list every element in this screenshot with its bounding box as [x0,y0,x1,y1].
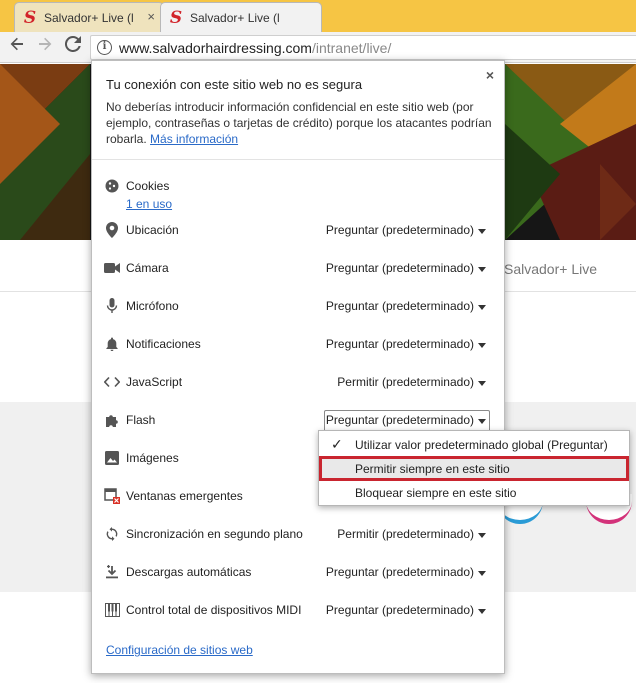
permission-value[interactable]: Preguntar (predeterminado) [326,299,474,313]
cookie-icon [104,178,120,194]
dropdown-arrow-icon[interactable] [478,381,486,386]
permission-value[interactable]: Preguntar (predeterminado) [326,261,474,275]
site-info-popup: × Tu conexión con este sitio web no es s… [91,60,505,674]
camera-icon [104,260,120,276]
download-icon [104,564,120,580]
browser-tab-1[interactable]: S Salvador+ Live (l × [14,2,164,32]
more-info-link[interactable]: Más información [150,132,238,146]
divider [92,159,504,160]
address-bar[interactable]: i www.salvadorhairdressing.com/intranet/… [90,35,636,60]
tab-strip: S Salvador+ Live (l × S Salvador+ Live (… [0,0,636,32]
permission-row-background-sync: Sincronización en segundo plano Permitir… [104,524,494,546]
url-host: www.salvadorhairdressing.com [119,39,312,56]
permission-value[interactable]: Permitir (predeterminado) [337,375,474,389]
sync-icon [104,526,120,542]
reload-icon[interactable] [62,35,84,58]
tab-title: Salvador+ Live (l [44,10,134,25]
dropdown-option-default[interactable]: ✓ Utilizar valor predeterminado global (… [319,433,629,457]
permission-label: Micrófono [126,299,179,313]
permission-value[interactable]: Preguntar (predeterminado) [326,603,474,617]
back-arrow-icon[interactable] [6,36,28,58]
image-icon [104,450,120,466]
dropdown-arrow-icon[interactable] [478,419,486,424]
dropdown-arrow-icon[interactable] [478,267,486,272]
permission-label: Flash [126,413,156,427]
page-brand-title: Salvador+ Live [504,261,598,277]
dropdown-arrow-icon[interactable] [478,609,486,614]
dropdown-arrow-icon[interactable] [478,343,486,348]
site-info-icon[interactable]: i [97,40,112,55]
highlight-annotation-box [319,456,629,481]
location-pin-icon [104,222,120,238]
code-icon [104,374,120,390]
permission-row-midi: Control total de dispositivos MIDI Pregu… [104,600,494,622]
permission-label: Ventanas emergentes [126,489,243,503]
permission-label: Descargas automáticas [126,565,252,579]
dropdown-arrow-icon[interactable] [478,305,486,310]
permission-row-cookies: Cookies [104,176,494,198]
permission-row-location: Ubicación Preguntar (predeterminado) [104,220,494,242]
dropdown-arrow-icon[interactable] [478,533,486,538]
permission-label: Cookies [126,179,170,193]
browser-tab-2[interactable]: S Salvador+ Live (l [160,2,322,32]
salvador-favicon-icon: S [23,7,37,28]
permission-label: Notificaciones [126,337,201,351]
cookies-in-use-link[interactable]: 1 en uso [126,197,172,211]
check-icon: ✓ [331,436,343,452]
permission-value[interactable]: Preguntar (predeterminado) [326,223,474,237]
tab-close-icon[interactable]: × [147,9,155,25]
url-path: /intranet/live/ [311,39,392,56]
permission-label: Cámara [126,261,169,275]
dropdown-arrow-icon[interactable] [478,229,486,234]
permission-value[interactable]: Preguntar (predeterminado) [326,413,474,427]
browser-toolbar: i www.salvadorhairdressing.com/intranet/… [0,32,636,63]
puzzle-icon [104,412,120,428]
permission-label: Imágenes [126,451,179,465]
permission-value[interactable]: Preguntar (predeterminado) [326,565,474,579]
forward-arrow-icon[interactable] [34,36,56,58]
permission-value[interactable]: Permitir (predeterminado) [337,527,474,541]
permission-row-flash: Flash Preguntar (predeterminado) [104,410,494,432]
connection-description: No deberías introducir información confi… [106,99,496,147]
popup-blocked-icon [104,488,120,504]
permission-value[interactable]: Preguntar (predeterminado) [326,337,474,351]
microphone-icon [104,298,120,314]
connection-title: Tu conexión con este sitio web no es seg… [106,77,363,92]
permission-label: JavaScript [126,375,183,389]
permission-label: Control total de dispositivos MIDI [126,603,302,617]
option-label: Utilizar valor predeterminado global (Pr… [355,438,608,452]
bell-icon [104,336,120,352]
permission-label: Ubicación [126,223,179,237]
permission-row-notifications: Notificaciones Preguntar (predeterminado… [104,334,494,356]
site-settings-link[interactable]: Configuración de sitios web [106,643,253,657]
tab-title: Salvador+ Live (l [190,10,280,25]
permission-row-auto-downloads: Descargas automáticas Preguntar (predete… [104,562,494,584]
salvador-favicon-icon: S [169,7,183,28]
dropdown-arrow-icon[interactable] [478,571,486,576]
close-icon[interactable]: × [486,67,494,83]
permission-label: Sincronización en segundo plano [126,527,303,541]
dropdown-option-block[interactable]: Bloquear siempre en este sitio [319,481,629,505]
option-label: Bloquear siempre en este sitio [355,486,517,500]
permission-row-javascript: JavaScript Permitir (predeterminado) [104,372,494,394]
permission-row-camera: Cámara Preguntar (predeterminado) [104,258,494,280]
midi-piano-icon [104,602,120,618]
permission-row-microphone: Micrófono Preguntar (predeterminado) [104,296,494,318]
